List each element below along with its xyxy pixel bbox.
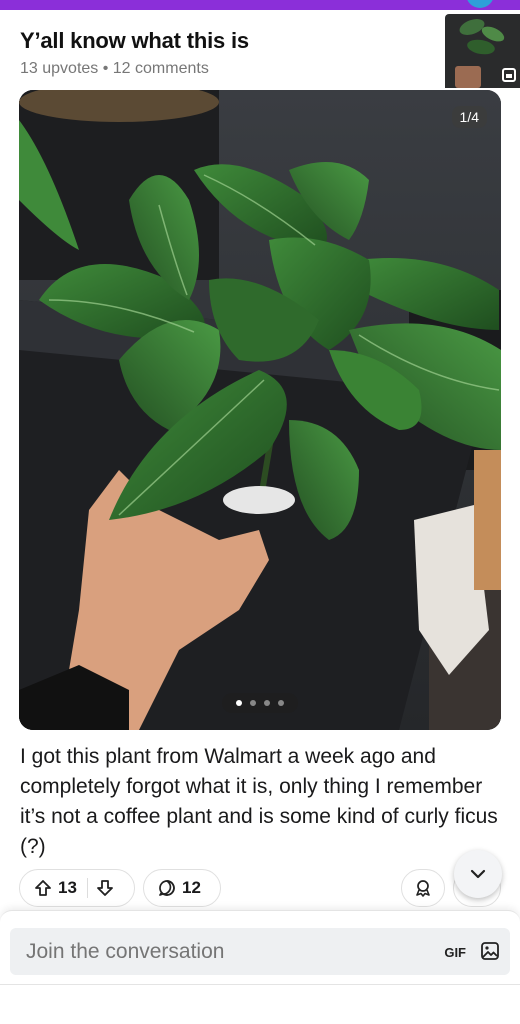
comment-button[interactable]: 12 (143, 869, 221, 907)
vote-divider (86, 878, 88, 898)
gif-button[interactable]: GIF (444, 945, 466, 960)
chevron-down-icon (468, 864, 488, 884)
comment-count: 12 (182, 878, 201, 897)
image-icon[interactable] (480, 941, 500, 961)
post-thumbnail[interactable] (445, 14, 520, 88)
comment-input[interactable] (10, 928, 510, 975)
carousel-indicator[interactable] (222, 693, 298, 713)
post-title: Y’all know what this is (20, 28, 249, 53)
post-image[interactable]: 1/4 (19, 90, 501, 730)
downvote-icon[interactable] (96, 879, 114, 897)
image-counter: 1/4 (451, 106, 487, 128)
award-icon (414, 879, 432, 897)
comment-composer: GIF (0, 910, 520, 1024)
award-button[interactable] (401, 869, 445, 907)
carousel-dot-3[interactable] (264, 700, 270, 706)
scroll-down-button[interactable] (454, 850, 502, 898)
vote-control: 13 (19, 869, 135, 907)
upvote-count: 13 (58, 878, 77, 897)
comment-icon (158, 879, 176, 897)
plant-photo (19, 90, 501, 730)
gallery-icon (502, 68, 516, 82)
post-actions: 13 12 (19, 869, 501, 907)
user-avatar[interactable] (466, 0, 494, 8)
composer-divider (0, 984, 520, 985)
post-body: I got this plant from Walmart a week ago… (20, 745, 498, 858)
carousel-dot-1[interactable] (236, 700, 242, 706)
carousel-dot-4[interactable] (278, 700, 284, 706)
carousel-dot-2[interactable] (250, 700, 256, 706)
post-header: Y’all know what this is 13 upvotes • 12 … (20, 28, 430, 78)
post-meta: 13 upvotes • 12 comments (20, 60, 209, 77)
top-status-bar (0, 0, 520, 10)
upvote-icon[interactable] (34, 879, 52, 897)
